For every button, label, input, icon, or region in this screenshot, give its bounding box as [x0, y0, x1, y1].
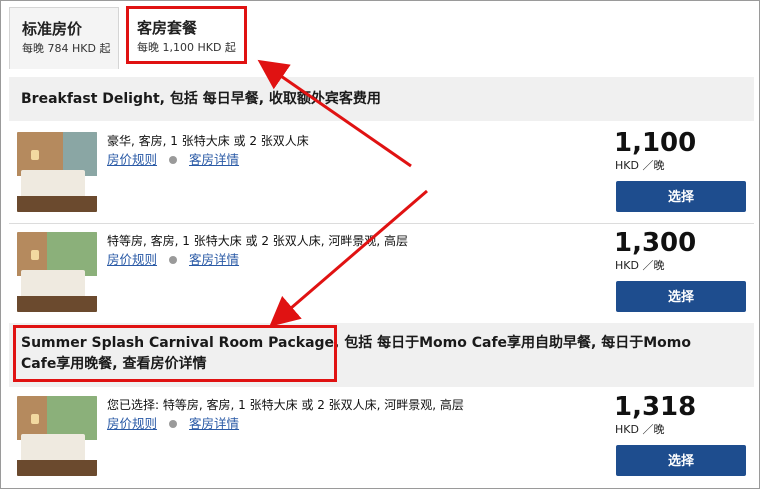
select-button[interactable]: 选择: [616, 181, 746, 212]
price-unit: HKD ／晚: [615, 423, 665, 436]
room-photo[interactable]: [17, 132, 97, 212]
select-button[interactable]: 选择: [616, 445, 746, 476]
rate-rules-link[interactable]: 房价规则: [107, 152, 157, 167]
room-price: 1,318: [614, 392, 697, 422]
package-header-line: Cafe享用晚餐, 查看房价详情: [21, 356, 207, 372]
room-details-link[interactable]: 客房详情: [189, 152, 239, 167]
package-header: Summer Splash Carnival Room Package, 包括 …: [9, 323, 754, 387]
separator-dot: [169, 156, 178, 164]
package-header: Breakfast Delight, 包括 每日早餐, 收取额外宾客费用: [9, 77, 754, 121]
rate-tabs: 标准房价 每晚 784 HKD 起 客房套餐 每晚 1,100 HKD 起: [9, 7, 754, 69]
room-price: 1,100: [614, 128, 697, 158]
tab-title: 标准房价: [22, 20, 83, 38]
room-description: 您已选择: 特等房, 客房, 1 张特大床 或 2 张双人床, 河畔景观, 高层: [107, 398, 464, 412]
page-frame: 标准房价 每晚 784 HKD 起 客房套餐 每晚 1,100 HKD 起 Br…: [0, 0, 760, 489]
rate-rules-link[interactable]: 房价规则: [107, 416, 157, 431]
room-links: 房价规则 客房详情: [107, 252, 239, 268]
package-list: Breakfast Delight, 包括 每日早餐, 收取额外宾客费用 豪华,…: [9, 77, 754, 487]
tab-title: 客房套餐: [137, 19, 198, 37]
room-row: 特等房, 客房, 1 张特大床 或 2 张双人床, 河畔景观, 高层 房价规则 客…: [9, 227, 754, 323]
package-header-line: Summer Splash Carnival Room Package, 包括 …: [21, 335, 691, 351]
room-row: 您已选择: 特等房, 客房, 1 张特大床 或 2 张双人床, 河畔景观, 高层…: [9, 391, 754, 487]
separator-dot: [169, 420, 178, 428]
tab-subtitle: 每晚 784 HKD 起: [22, 42, 111, 55]
room-links: 房价规则 客房详情: [107, 152, 239, 168]
price-unit: HKD ／晚: [615, 259, 665, 272]
room-price: 1,300: [614, 228, 697, 258]
room-description: 豪华, 客房, 1 张特大床 或 2 张双人床: [107, 134, 309, 148]
rate-rules-link[interactable]: 房价规则: [107, 252, 157, 267]
room-details-link[interactable]: 客房详情: [189, 416, 239, 431]
room-photo[interactable]: [17, 396, 97, 476]
room-row: 豪华, 客房, 1 张特大床 或 2 张双人床 房价规则 客房详情 1,100 H…: [9, 127, 754, 223]
select-button[interactable]: 选择: [616, 281, 746, 312]
tab-room-packages[interactable]: 客房套餐 每晚 1,100 HKD 起: [125, 7, 251, 69]
tab-subtitle: 每晚 1,100 HKD 起: [137, 41, 236, 54]
room-description: 特等房, 客房, 1 张特大床 或 2 张双人床, 河畔景观, 高层: [107, 234, 409, 248]
separator-dot: [169, 256, 178, 264]
price-unit: HKD ／晚: [615, 159, 665, 172]
room-links: 房价规则 客房详情: [107, 416, 239, 432]
tab-standard-rates[interactable]: 标准房价 每晚 784 HKD 起: [9, 7, 119, 69]
room-photo[interactable]: [17, 232, 97, 312]
divider: [9, 223, 754, 224]
room-details-link[interactable]: 客房详情: [189, 252, 239, 267]
